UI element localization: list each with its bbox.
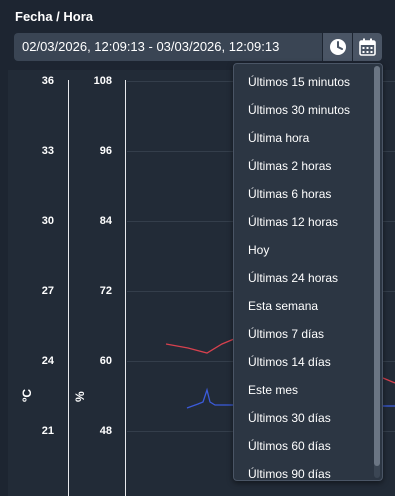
- preset-option[interactable]: Hoy: [234, 236, 382, 264]
- temperature-line: [165, 338, 235, 354]
- preset-option[interactable]: Últimos 30 días: [234, 404, 382, 432]
- preset-option[interactable]: Últimos 90 días: [234, 460, 382, 480]
- preset-option[interactable]: Este mes: [234, 376, 382, 404]
- time-range-dropdown: Últimos 15 minutos Últimos 30 minutos Úl…: [233, 63, 383, 481]
- page: Fecha / Hora 02/03/2026, 12:09:13 - 03/0…: [0, 0, 395, 496]
- preset-list: Últimos 15 minutos Últimos 30 minutos Úl…: [234, 64, 382, 480]
- preset-option[interactable]: Esta semana: [234, 292, 382, 320]
- preset-option[interactable]: Últimas 12 horas: [234, 208, 382, 236]
- preset-option[interactable]: Última hora: [234, 124, 382, 152]
- preset-option[interactable]: Últimas 6 horas: [234, 180, 382, 208]
- preset-option[interactable]: Últimos 14 días: [234, 348, 382, 376]
- temperature-line-right: [382, 377, 395, 384]
- dropdown-scrollbar[interactable]: [374, 66, 380, 478]
- preset-option[interactable]: Últimas 24 horas: [234, 264, 382, 292]
- preset-option[interactable]: Últimos 60 días: [234, 432, 382, 460]
- humidity-line: [186, 387, 234, 409]
- preset-option[interactable]: Últimos 15 minutos: [234, 68, 382, 96]
- scrollbar-thumb[interactable]: [374, 66, 380, 466]
- preset-option[interactable]: Últimos 30 minutos: [234, 96, 382, 124]
- preset-option[interactable]: Últimos 7 días: [234, 320, 382, 348]
- preset-option[interactable]: Últimas 2 horas: [234, 152, 382, 180]
